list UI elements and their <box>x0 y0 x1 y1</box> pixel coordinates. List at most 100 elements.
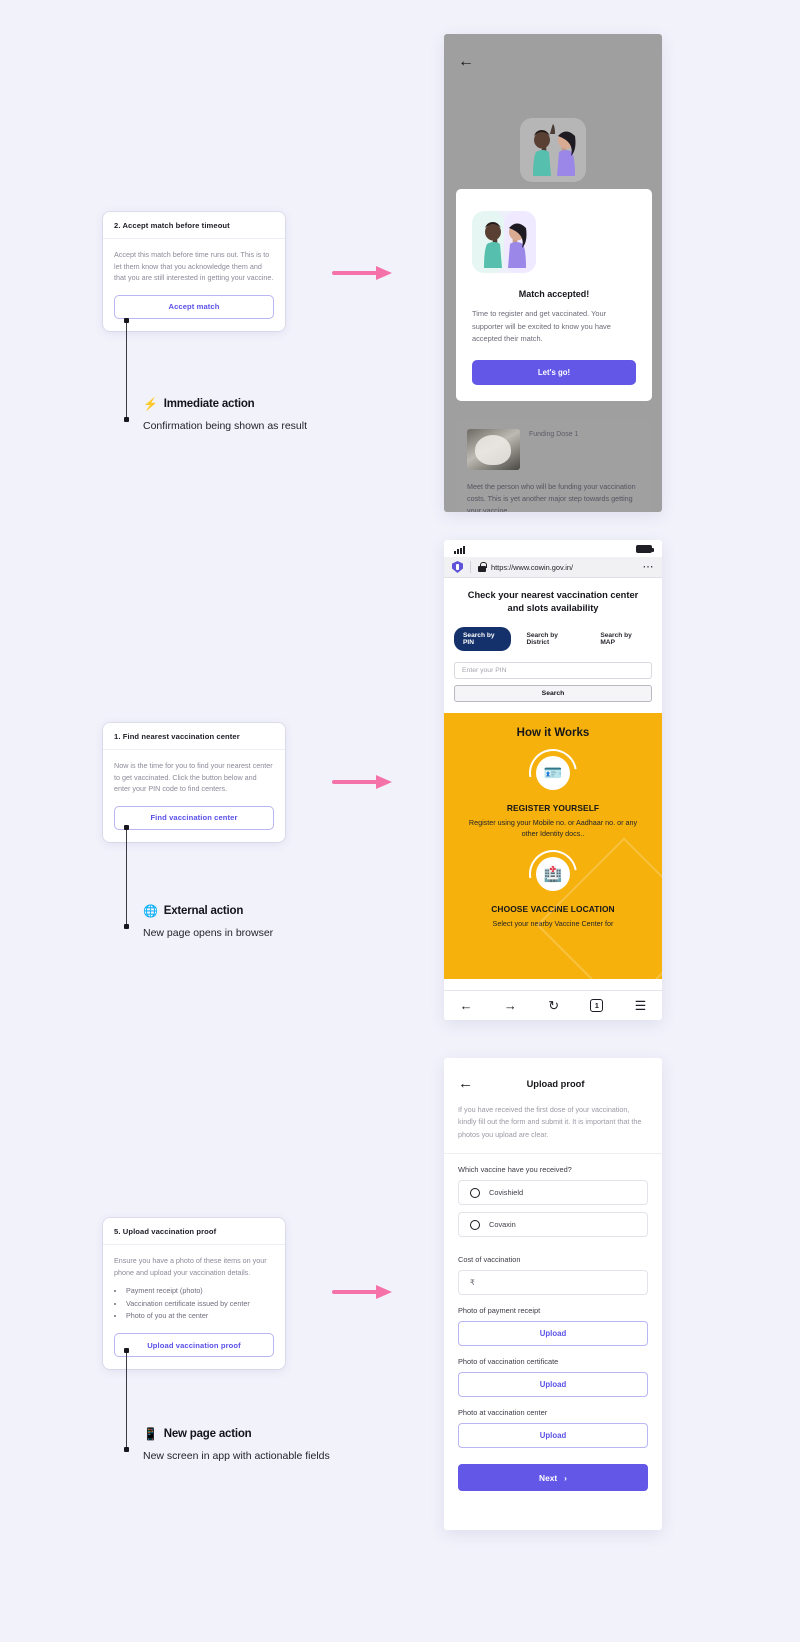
arrow-shaft <box>332 271 380 275</box>
arrow-head <box>376 1285 392 1299</box>
shield-privacy-icon[interactable] <box>452 561 463 573</box>
upload-button-certificate[interactable]: Upload <box>458 1372 648 1398</box>
device-browser-cowin: https://www.cowin.gov.in/ ⋯ Check your n… <box>444 540 662 1020</box>
next-button[interactable]: Next › <box>458 1464 648 1492</box>
browser-hamburger-icon[interactable]: ☰ <box>635 998 647 1014</box>
annotation-new-page-action: 📱 New page action New screen in app with… <box>143 1428 330 1464</box>
annotation-immediate-action: ⚡ Immediate action Confirmation being sh… <box>143 398 307 434</box>
swoosh-arc <box>519 739 587 807</box>
arrow-head <box>376 775 392 789</box>
arrow-shaft <box>332 780 380 784</box>
upload-button-receipt[interactable]: Upload <box>458 1321 648 1347</box>
step-card-title: 2. Accept match before timeout <box>103 212 285 239</box>
browser-tab-count[interactable]: 1 <box>590 999 604 1012</box>
arrow-head <box>376 266 392 280</box>
tab-search-by-pin[interactable]: Search by PIN <box>454 626 512 651</box>
annotation-external-action: 🌐 External action New page opens in brow… <box>143 905 273 941</box>
browser-menu-icon[interactable]: ⋯ <box>643 562 655 572</box>
browser-back-icon[interactable]: ← <box>460 998 473 1013</box>
annotation-title: New page action <box>163 1428 252 1440</box>
upload-label-center-photo: Photo at vaccination center <box>458 1408 548 1418</box>
browser-page-content: Check your nearest vaccination center an… <box>444 578 662 979</box>
list-item: Vaccination certificate issued by center <box>125 1298 274 1310</box>
match-accepted-modal: Match accepted! Time to register and get… <box>456 189 652 402</box>
connector-line-2 <box>126 827 127 927</box>
step-card-description: Accept this match before time runs out. … <box>114 250 274 283</box>
high-five-illustration <box>472 211 536 273</box>
step-card-title: 5. Upload vaccination proof <box>103 1218 285 1245</box>
phone-status-bar <box>444 540 662 557</box>
step-card-title: 1. Find nearest vaccination center <box>103 723 285 750</box>
radio-circle-icon[interactable] <box>470 1187 480 1198</box>
how-it-works-title: How it Works <box>516 726 590 739</box>
step-card-upload-proof: 5. Upload vaccination proof Ensure you h… <box>103 1218 285 1370</box>
search-button[interactable]: Search <box>454 684 652 702</box>
upload-proof-intro: If you have received the first dose of y… <box>444 1104 662 1155</box>
cost-label: Cost of vaccination <box>458 1255 521 1265</box>
radio-option-covishield[interactable]: Covishield <box>458 1180 648 1206</box>
url-text[interactable]: https://www.cowin.gov.in/ <box>491 563 643 572</box>
device-match-accepted: ← Match accepted! Time to register and g… <box>444 34 662 512</box>
omnibox-divider <box>470 561 471 573</box>
list-item: Photo of you at the center <box>125 1310 274 1322</box>
annotation-title: External action <box>163 905 244 917</box>
screen-title: Upload proof <box>526 1078 585 1089</box>
vaccine-question-label: Which vaccine have you received? <box>458 1165 572 1175</box>
funding-dose-text: Meet the person who will be funding your… <box>467 482 636 512</box>
tab-search-by-map[interactable]: Search by MAP <box>591 627 652 651</box>
upload-vaccination-proof-button[interactable]: Upload vaccination proof <box>114 1333 274 1358</box>
search-mode-tabs: Search by PIN Search by District Search … <box>444 616 662 651</box>
cost-input[interactable]: ₹ <box>458 1270 648 1296</box>
modal-title: Match accepted! <box>518 289 590 299</box>
step-card-body: Now is the time for you to find your nea… <box>103 750 285 842</box>
connector-dot-bottom-3 <box>124 1447 129 1452</box>
signal-strength-icon <box>454 546 465 554</box>
lightning-bolt-icon: ⚡ <box>143 397 158 411</box>
mobile-phone-icon: 📱 <box>143 1427 158 1441</box>
next-label: Next <box>539 1472 558 1483</box>
connector-dot-bottom-2 <box>124 924 129 929</box>
device-upload-proof: ← Upload proof If you have received the … <box>444 1058 662 1530</box>
find-vaccination-center-button[interactable]: Find vaccination center <box>114 805 274 830</box>
browser-reload-icon[interactable]: ↻ <box>548 998 559 1014</box>
step-card-description: Now is the time for you to find your nea… <box>114 761 273 794</box>
browser-forward-icon[interactable]: → <box>504 998 517 1013</box>
radio-label: Covaxin <box>489 1220 516 1230</box>
funding-dose-label: Funding Dose 1 <box>529 431 579 438</box>
globe-icon: 🌐 <box>143 904 158 918</box>
connector-line-3 <box>126 1350 127 1450</box>
back-arrow-icon[interactable]: ← <box>458 54 474 70</box>
browser-address-bar[interactable]: https://www.cowin.gov.in/ ⋯ <box>444 557 662 578</box>
battery-icon <box>636 545 654 553</box>
infographic-page: 2. Accept match before timeout Accept th… <box>0 0 800 1642</box>
page-heading: Check your nearest vaccination center an… <box>467 590 639 614</box>
annotation-title: Immediate action <box>163 398 255 410</box>
chevron-right-icon: › <box>564 1472 567 1483</box>
connector-dot-top-2 <box>124 825 129 830</box>
upload-label-certificate: Photo of vaccination certificate <box>458 1357 559 1367</box>
how-it-works-section: How it Works 🪪 REGISTER YOURSELF Registe… <box>444 712 662 979</box>
radio-circle-icon[interactable] <box>470 1219 480 1230</box>
tab-search-by-district[interactable]: Search by District <box>517 627 585 651</box>
pin-input[interactable]: Enter your PIN <box>454 661 652 679</box>
connector-dot-top-3 <box>124 1348 129 1353</box>
arrow-shaft <box>332 1290 380 1294</box>
connector-dot-top-1 <box>124 318 129 323</box>
step-title-register: REGISTER YOURSELF <box>506 802 600 813</box>
upload-button-center-photo[interactable]: Upload <box>458 1423 648 1449</box>
accept-match-button[interactable]: Accept match <box>114 294 274 319</box>
upload-proof-header: ← Upload proof <box>444 1058 662 1104</box>
flow-arrow-1 <box>332 266 394 280</box>
step-card-accept-match: 2. Accept match before timeout Accept th… <box>103 212 285 331</box>
annotation-subtitle: Confirmation being shown as result <box>143 420 308 432</box>
step-card-body: Ensure you have a photo of these items o… <box>103 1245 285 1369</box>
swoosh-arc <box>519 840 587 907</box>
list-item: Payment receipt (photo) <box>125 1285 274 1297</box>
lets-go-button[interactable]: Let's go! <box>472 360 636 386</box>
step-card-find-center: 1. Find nearest vaccination center Now i… <box>103 723 285 842</box>
annotation-subtitle: New page opens in browser <box>143 927 274 939</box>
flow-arrow-3 <box>332 1285 394 1299</box>
radio-option-covaxin[interactable]: Covaxin <box>458 1212 648 1238</box>
step-card-description: Ensure you have a photo of these items o… <box>114 1256 267 1277</box>
choose-location-icon: 🏥 <box>519 840 587 907</box>
